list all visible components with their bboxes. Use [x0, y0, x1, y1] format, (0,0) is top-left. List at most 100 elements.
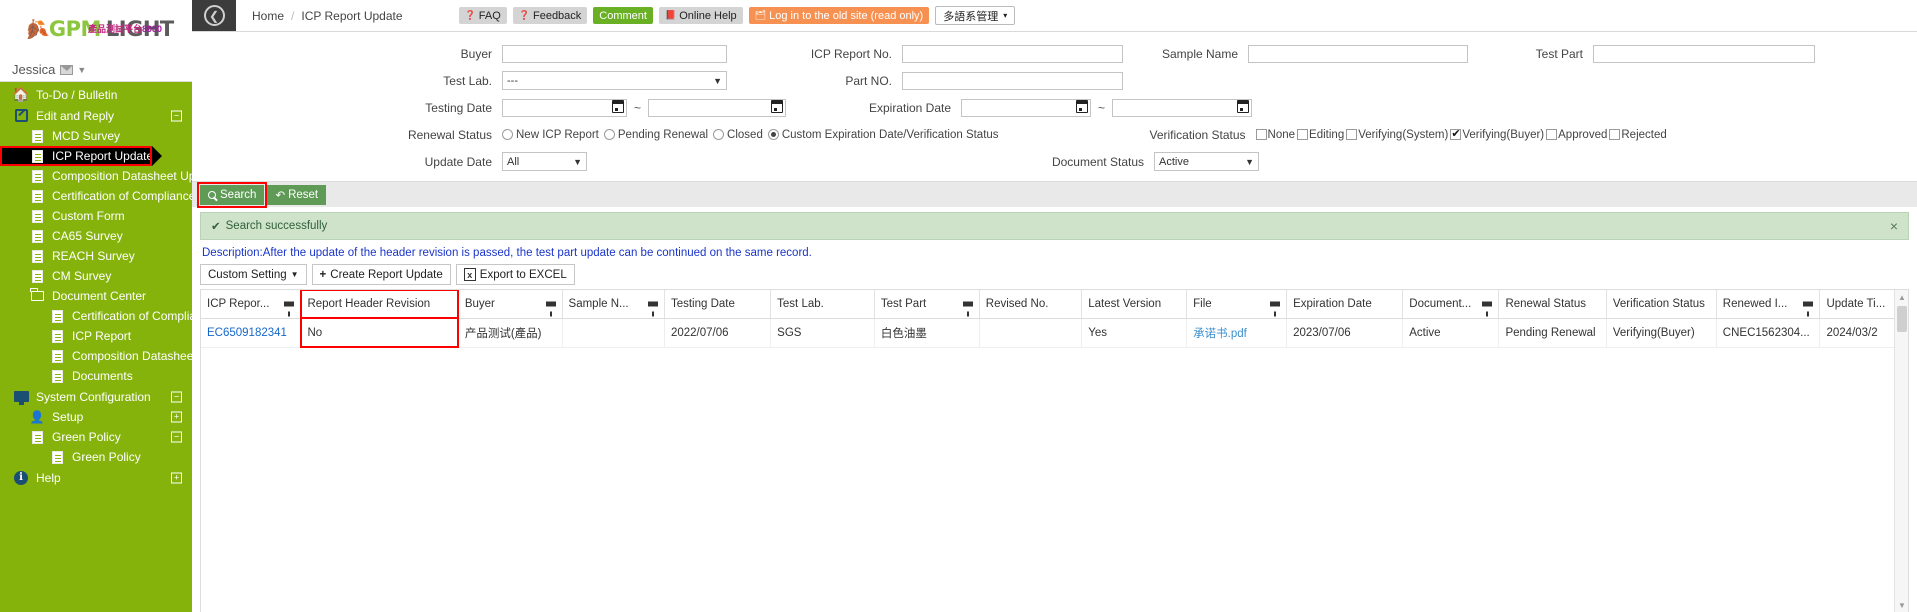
sidebar-item-custom-form[interactable]: Custom Form: [0, 206, 192, 226]
checkbox-indicator[interactable]: [1450, 128, 1462, 140]
verification-status-option-3[interactable]: Verifying(Buyer): [1450, 128, 1544, 141]
filter-icon[interactable]: [1270, 301, 1281, 317]
sidebar-item-green-policy[interactable]: Green Policy: [0, 447, 192, 467]
topbar-button-log-in-to-the-old-site-read-only[interactable]: 🗂 Log in to the old site (read only): [748, 7, 930, 24]
breadcrumb-home[interactable]: Home: [252, 9, 284, 23]
topbar-button-[interactable]: 多語系管理 ▾: [935, 6, 1016, 25]
filter-icon[interactable]: [1482, 301, 1493, 317]
chevron-down-icon[interactable]: ▼: [77, 65, 86, 75]
renewal-status-option-0[interactable]: New ICP Report: [502, 129, 599, 141]
triangle-down-icon[interactable]: ▼: [1895, 598, 1908, 612]
table-header-sample-n[interactable]: Sample N...: [562, 290, 665, 319]
reset-button[interactable]: ↶ Reset: [267, 184, 327, 205]
plus-icon[interactable]: +: [171, 472, 182, 483]
scrollbar-thumb[interactable]: [1897, 306, 1907, 332]
sidebar-item-green-policy[interactable]: Green Policy −: [0, 427, 192, 447]
part-no-input[interactable]: [902, 71, 1123, 90]
sidebar-item-help[interactable]: i Help +: [0, 467, 192, 488]
renewal-status-option-3[interactable]: Custom Expiration Date/Verification Stat…: [767, 129, 999, 141]
sidebar-item-composition-datasheet-update[interactable]: Composition Datasheet Update: [0, 166, 192, 186]
test-part-input[interactable]: [1593, 44, 1815, 63]
topbar-button-faq[interactable]: ❓ FAQ: [458, 7, 507, 24]
sidebar-item-composition-datasheet[interactable]: Composition Datasheet: [0, 346, 192, 366]
sidebar-item-documents[interactable]: Documents: [0, 366, 192, 386]
sidebar-item-icp-report-update[interactable]: ICP Report Update: [0, 146, 162, 166]
filter-icon[interactable]: [647, 301, 658, 317]
table-header-document[interactable]: Document...: [1402, 290, 1500, 319]
renewal-status-option-1[interactable]: Pending Renewal: [603, 129, 708, 141]
create-report-update-button[interactable]: + Create Report Update: [311, 264, 451, 285]
user-menu[interactable]: Jessica ▼: [0, 58, 192, 82]
sidebar-item-cm-survey[interactable]: CM Survey: [0, 266, 192, 286]
calendar-icon[interactable]: [1076, 99, 1089, 113]
table-header-revised-no[interactable]: Revised No.: [979, 290, 1083, 319]
document-status-select[interactable]: Active ▼: [1154, 152, 1259, 171]
filter-icon[interactable]: [962, 301, 973, 317]
cell-value-icp-report-no[interactable]: EC6509182341: [207, 327, 287, 339]
table-header-expiration-date[interactable]: Expiration Date: [1286, 290, 1404, 319]
table-header-renewed-i[interactable]: Renewed I...: [1716, 290, 1821, 319]
custom-setting-button[interactable]: Custom Setting ▼: [200, 264, 307, 285]
verification-status-option-5[interactable]: Rejected: [1609, 129, 1667, 141]
plus-icon[interactable]: +: [171, 411, 182, 423]
verification-status-option-0[interactable]: None: [1255, 129, 1295, 141]
sidebar-item-icp-report[interactable]: ICP Report: [0, 326, 192, 346]
table-header-renewal-status[interactable]: Renewal Status: [1498, 290, 1607, 319]
buyer-input[interactable]: [502, 44, 727, 63]
search-button[interactable]: Search: [200, 184, 265, 205]
filter-icon[interactable]: [545, 301, 556, 317]
back-button[interactable]: ❮: [192, 0, 236, 31]
filter-icon[interactable]: [1803, 301, 1814, 317]
radio-indicator[interactable]: [713, 129, 725, 140]
vertical-scrollbar[interactable]: ▲ ▼: [1894, 290, 1908, 612]
testing-date-to-input[interactable]: [648, 98, 787, 117]
filter-icon[interactable]: [284, 301, 295, 317]
verification-status-option-1[interactable]: Editing: [1297, 129, 1344, 141]
radio-indicator[interactable]: [502, 129, 513, 140]
sidebar-item-system-configuration[interactable]: System Configuration −: [0, 386, 192, 407]
verification-status-option-2[interactable]: Verifying(System): [1346, 129, 1448, 141]
update-date-select[interactable]: All ▼: [502, 152, 587, 171]
sidebar-item-setup[interactable]: 👤 Setup +: [0, 407, 192, 427]
radio-indicator[interactable]: [603, 129, 615, 140]
topbar-button-comment[interactable]: Comment: [593, 7, 653, 24]
sidebar-item-to-do-bulletin[interactable]: 🏠 To-Do / Bulletin: [0, 84, 192, 105]
export-to-excel-button[interactable]: x Export to EXCEL: [455, 264, 575, 285]
table-header-icp-repor[interactable]: ICP Repor...: [201, 290, 302, 319]
checkbox-indicator[interactable]: [1546, 129, 1558, 140]
radio-indicator[interactable]: [767, 129, 779, 140]
brand-logo[interactable]: 🍂 GPM LIGHT 產品測試平台8080: [0, 0, 192, 58]
table-header-test-lab[interactable]: Test Lab.: [770, 290, 875, 319]
sidebar-item-ca65-survey[interactable]: CA65 Survey: [0, 226, 192, 246]
expiration-date-to-input[interactable]: [1112, 98, 1253, 117]
table-header-buyer[interactable]: Buyer: [458, 290, 563, 319]
sample-name-input[interactable]: [1248, 44, 1468, 63]
checkbox-indicator[interactable]: [1609, 129, 1621, 140]
testing-date-from-input[interactable]: [502, 98, 627, 117]
sidebar-item-edit-and-reply[interactable]: Edit and Reply −: [0, 105, 192, 126]
table-header-latest-version[interactable]: Latest Version: [1081, 290, 1188, 319]
expiration-date-from-input[interactable]: [961, 98, 1092, 117]
test-lab-select[interactable]: --- ▼: [502, 71, 727, 90]
close-icon[interactable]: ×: [1890, 218, 1898, 234]
sidebar-item-certification-of-compliance[interactable]: Certification of Compliance: [0, 306, 192, 326]
triangle-up-icon[interactable]: ▲: [1895, 290, 1908, 304]
minus-icon[interactable]: −: [171, 110, 182, 121]
topbar-button-feedback[interactable]: ❓ Feedback: [512, 7, 588, 24]
sidebar-item-mcd-survey[interactable]: MCD Survey: [0, 126, 192, 146]
renewal-status-option-2[interactable]: Closed: [713, 129, 763, 141]
checkbox-indicator[interactable]: [1255, 129, 1267, 140]
sidebar-item-reach-survey[interactable]: REACH Survey: [0, 246, 192, 266]
minus-icon[interactable]: −: [171, 431, 182, 443]
icp-report-no-input[interactable]: [902, 44, 1123, 63]
calendar-icon[interactable]: [1237, 99, 1250, 113]
calendar-icon[interactable]: [612, 99, 624, 113]
table-header-test-part[interactable]: Test Part: [874, 290, 980, 319]
checkbox-indicator[interactable]: [1297, 129, 1309, 140]
sidebar-item-document-center[interactable]: Document Center: [0, 286, 192, 306]
table-header-report-header-revision[interactable]: Report Header Revision: [299, 290, 460, 319]
table-header-verification-status[interactable]: Verification Status: [1606, 290, 1717, 319]
table-header-testing-date[interactable]: Testing Date: [664, 290, 772, 319]
mail-icon[interactable]: [60, 64, 74, 75]
table-row[interactable]: EC6509182341 No 产品测试(產品) 2022/07/06 SGS 白色油墨 Y…: [201, 317, 1908, 348]
